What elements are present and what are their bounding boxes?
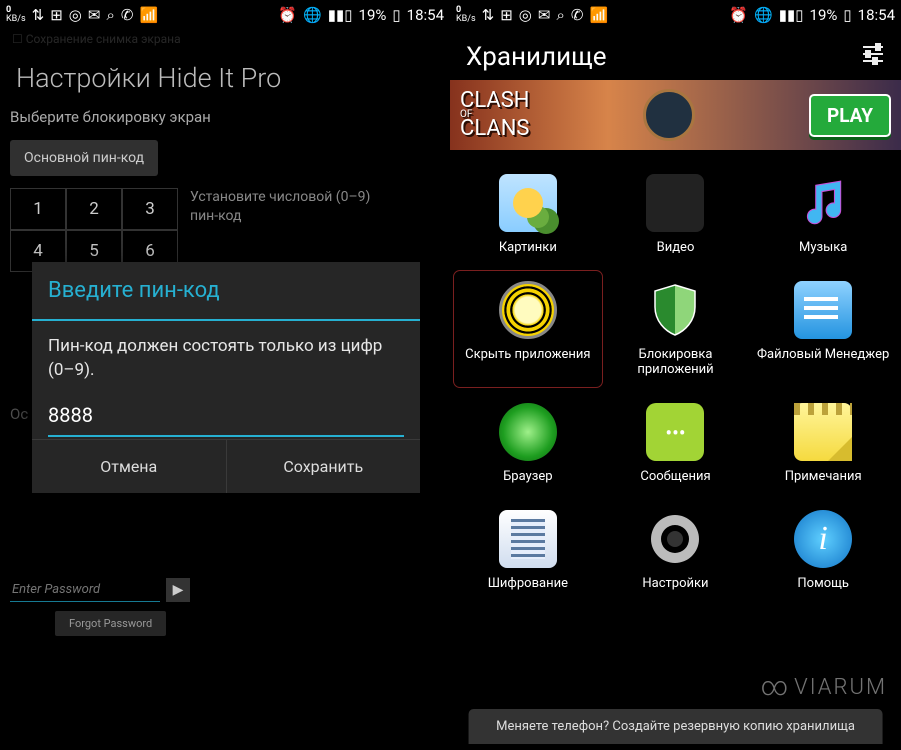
info-icon	[794, 510, 852, 568]
cancel-button[interactable]: Отмена	[32, 440, 226, 493]
pin-dialog: Введите пин-код Пин-код должен состоять …	[32, 262, 420, 493]
tab-pin[interactable]: Основной пин-код	[10, 140, 158, 176]
pin-help-text: Установите числовой (0–9) пин-код	[190, 188, 400, 272]
save-button[interactable]: Сохранить	[226, 440, 421, 493]
submit-icon[interactable]: ▶	[166, 578, 190, 602]
note-icon	[794, 403, 852, 461]
page-title: Настройки Hide It Pro	[0, 48, 450, 104]
settings-sliders-icon[interactable]	[861, 43, 885, 71]
chat-icon: •••	[646, 403, 704, 461]
pictures-icon	[499, 174, 557, 232]
page-title: Хранилище	[466, 42, 607, 72]
cat-settings[interactable]: Настройки	[602, 500, 750, 601]
shield-icon	[646, 281, 704, 339]
cat-hide-apps[interactable]: Скрыть приложения	[454, 271, 602, 387]
key-3[interactable]: 3	[122, 188, 178, 230]
ad-character	[643, 89, 695, 141]
globe-icon	[499, 403, 557, 461]
cat-messages[interactable]: ••• Сообщения	[602, 393, 750, 494]
music-icon	[794, 174, 852, 232]
cat-pictures[interactable]: Картинки	[454, 164, 602, 265]
cat-browser[interactable]: Браузер	[454, 393, 602, 494]
key-1[interactable]: 1	[10, 188, 66, 230]
dialog-title: Введите пин-код	[32, 262, 420, 321]
cat-file-manager[interactable]: Файловый Менеджер	[749, 271, 897, 387]
video-icon	[646, 174, 704, 232]
dialog-body: Пин-код должен состоять только из цифр (…	[32, 321, 420, 389]
document-icon	[499, 510, 557, 568]
category-grid: Картинки Видео Музыка Скрыть приложения …	[450, 150, 901, 615]
cat-video[interactable]: Видео	[602, 164, 750, 265]
gear-icon	[646, 510, 704, 568]
ad-play-button[interactable]: PLAY	[809, 94, 891, 137]
status-bar: 0KB/s ⇅⊞◎✉⌕✆📶 ⏰🌐▮▮▯19%▯ 18:54	[450, 0, 901, 30]
password-input[interactable]	[10, 578, 160, 602]
phone-right: 0KB/s ⇅⊞◎✉⌕✆📶 ⏰🌐▮▮▯19%▯ 18:54 Хранилище …	[450, 0, 901, 750]
forgot-password[interactable]: Forgot Password	[55, 611, 166, 636]
net-icon: ⇅	[32, 6, 45, 24]
cat-encrypt[interactable]: Шифрование	[454, 500, 602, 601]
hazard-icon	[499, 281, 557, 339]
status-bar: 0KB/s ⇅⊞◎✉⌕✆📶 ⏰🌐▮▮▯19%▯ 18:54	[0, 0, 450, 30]
ad-logo: CLASH OF CLANS	[460, 91, 529, 139]
watermark: ∞VIARUM	[761, 672, 887, 702]
phone-left: 0KB/s ⇅⊞◎✉⌕✆📶 ⏰🌐▮▮▯19%▯ 18:54 ☐ Сохранен…	[0, 0, 450, 750]
cat-notes[interactable]: Примечания	[749, 393, 897, 494]
page-subtitle: Выберите блокировку экран	[0, 104, 450, 140]
pin-keypad: 1 2 3 4 5 6	[10, 188, 178, 272]
cat-help[interactable]: Помощь	[749, 500, 897, 601]
key-2[interactable]: 2	[66, 188, 122, 230]
folder-icon	[794, 281, 852, 339]
cat-app-lock[interactable]: Блокировка приложений	[602, 271, 750, 387]
ad-banner[interactable]: CLASH OF CLANS PLAY	[450, 80, 901, 150]
pin-input[interactable]	[48, 399, 404, 435]
backup-banner[interactable]: Меняете телефон? Создайте резервную копи…	[468, 709, 883, 744]
cat-music[interactable]: Музыка	[749, 164, 897, 265]
